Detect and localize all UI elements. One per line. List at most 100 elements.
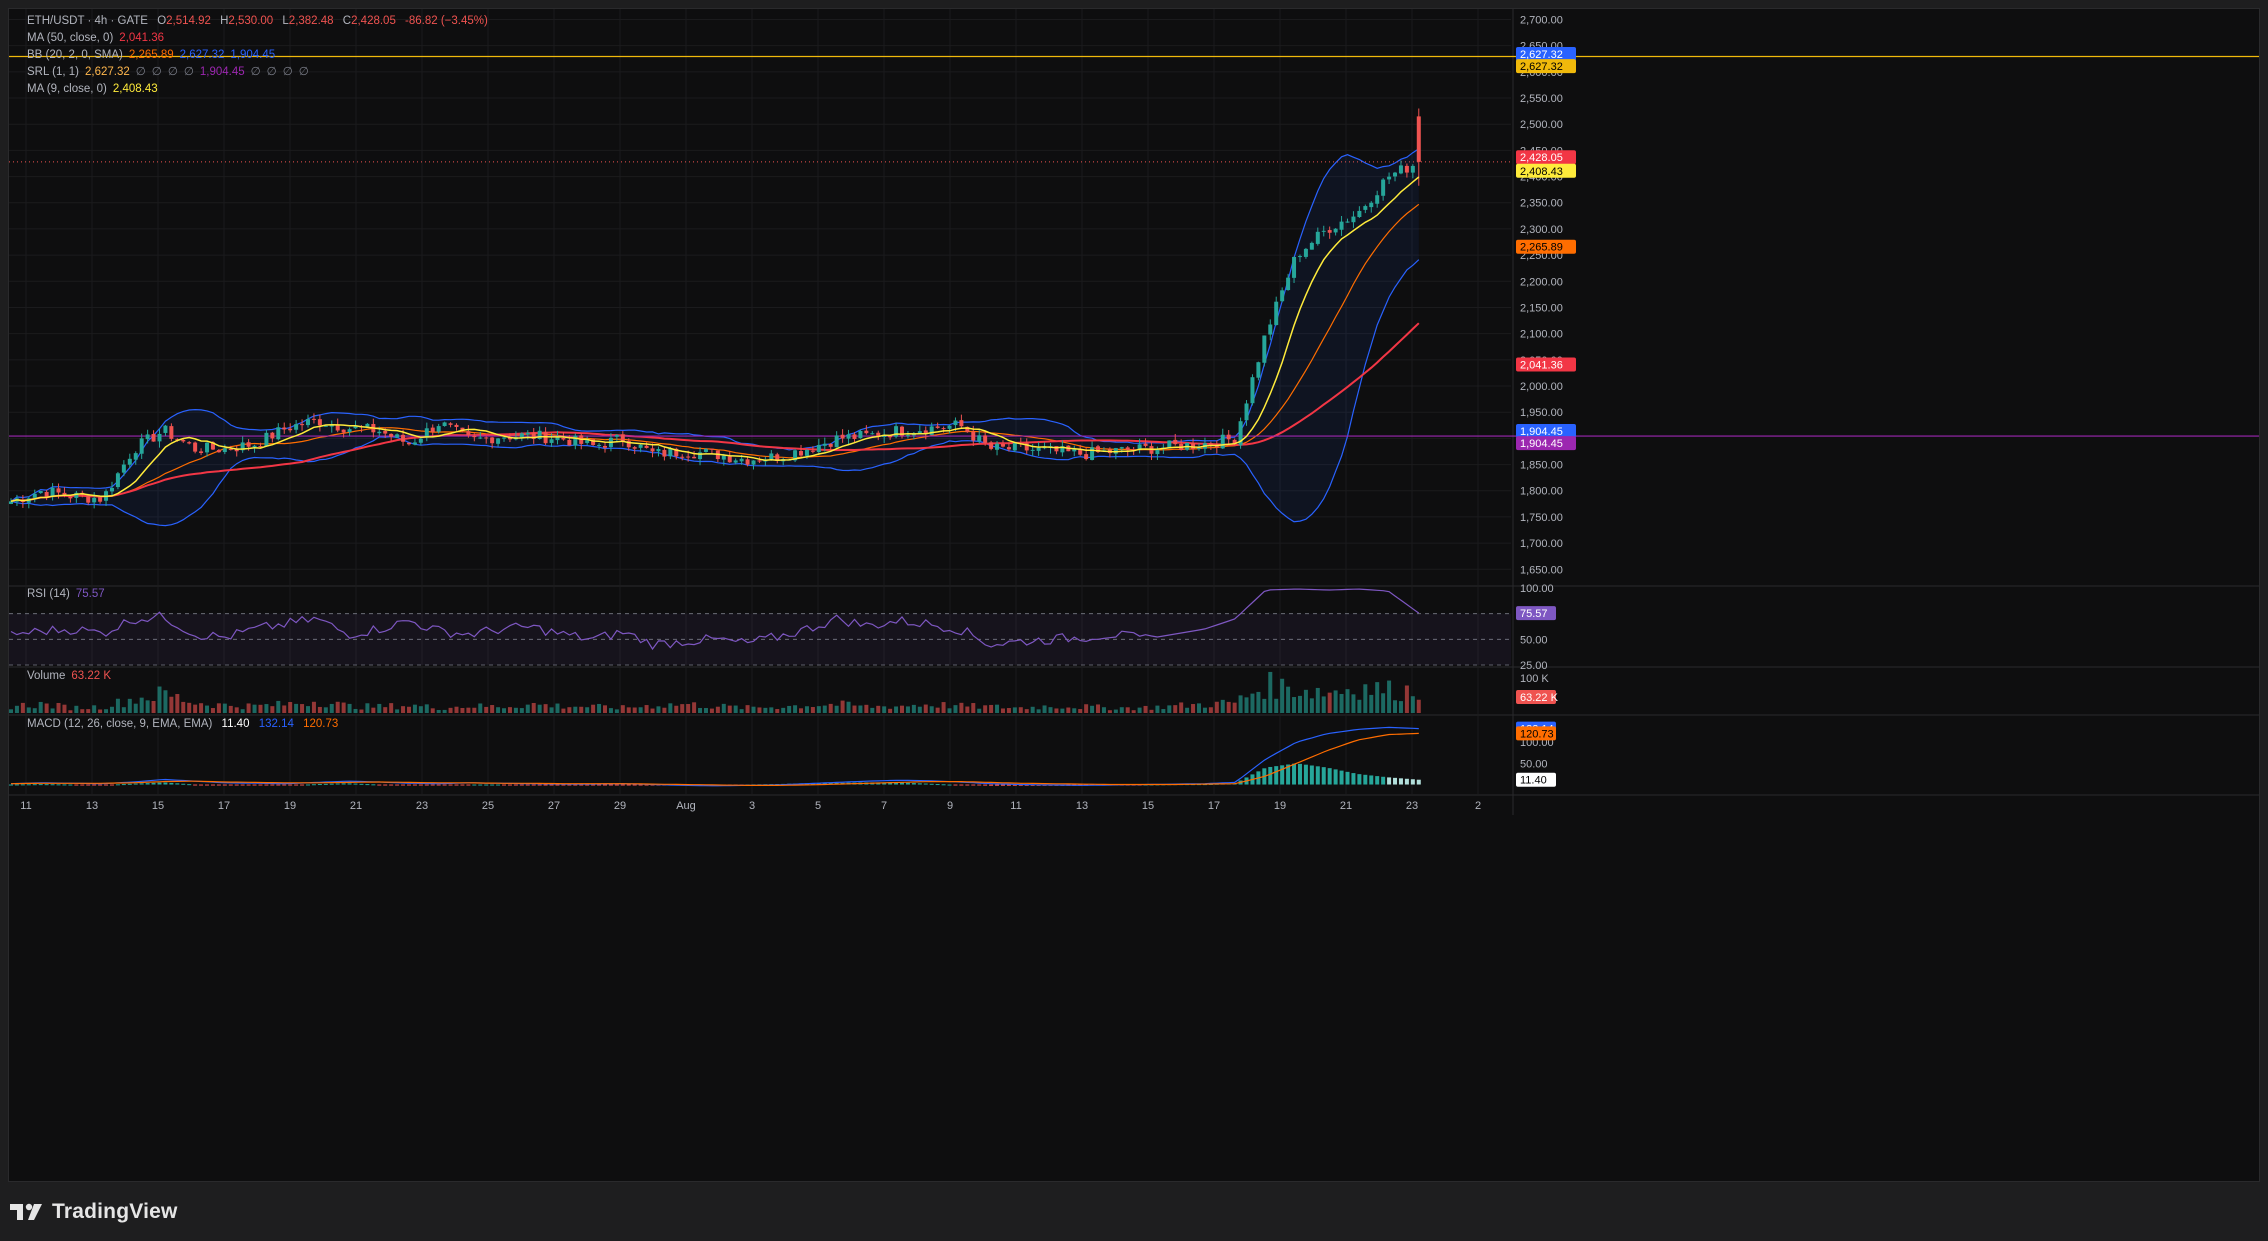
indicator-row[interactable]: MA (9, close, 0) 2,408.43 (27, 81, 315, 98)
macd-histogram-bar (1363, 774, 1368, 785)
indicator-row[interactable]: SRL (1, 1) 2,627.32 ∅ ∅ ∅ ∅ 1,904.45 ∅ ∅ ∅ ∅ (27, 64, 315, 81)
candle-body (187, 442, 192, 444)
volume-bar (1410, 696, 1415, 713)
macd-histogram-bar (311, 784, 316, 786)
volume-bar (1072, 708, 1077, 713)
candle-body (709, 448, 714, 450)
candle-body (193, 442, 198, 452)
volume-bar (703, 708, 708, 713)
volume-bar (900, 705, 904, 713)
macd-histogram-bar (965, 784, 970, 786)
macd-histogram-bar (163, 782, 168, 785)
price-axis-label: 1,650.00 (1520, 564, 1563, 576)
candle-body (139, 438, 144, 454)
price-axis-label: 2,000.00 (1520, 381, 1563, 393)
candle-body (1315, 231, 1320, 244)
macd-histogram-bar (62, 784, 67, 786)
volume-bar (294, 703, 299, 713)
time-axis-label: 25 (482, 800, 494, 812)
volume-bar (448, 707, 453, 713)
price-axis-label: 1,850.00 (1520, 460, 1563, 472)
volume-bar (531, 702, 536, 713)
volume-bar (234, 707, 239, 713)
macd-histogram-bar (911, 783, 916, 785)
candle-body (858, 430, 863, 439)
indicator-row[interactable]: BB (20, 2, 0, SMA) 2,265.89 2,627.32 1,904.… (27, 47, 315, 64)
ohlc-open: O2,514.92 (157, 15, 211, 27)
volume-bar (1404, 685, 1409, 713)
volume-bar (1030, 706, 1035, 713)
chart-canvas[interactable]: 11 13 15 17 19 21 23 25 27 29 Aug 3 5 7 9 11 13 15 17 19 21 2… (9, 9, 2259, 1181)
candle-body (56, 488, 61, 493)
macd-histogram-bar (1274, 766, 1279, 785)
candle-body (294, 424, 299, 430)
volume-bar (1054, 708, 1059, 713)
volume-bar (1137, 707, 1142, 713)
macd-histogram-bar (175, 783, 180, 785)
macd-histogram-bar (127, 783, 132, 785)
volume-bar (662, 707, 667, 713)
macd-histogram-bar (472, 784, 477, 786)
tradingview-logo-icon (10, 1203, 42, 1220)
volume-bar (436, 709, 441, 713)
macd-histogram-bar (496, 784, 501, 786)
volume-bar (460, 708, 465, 713)
volume-bar (151, 700, 156, 713)
volume-bar (1191, 704, 1196, 713)
candle-body (1357, 210, 1362, 218)
candle-body (32, 493, 37, 498)
candle-body (1339, 221, 1344, 230)
macd-histogram-bar (929, 783, 934, 785)
time-axis-label: 23 (416, 800, 428, 812)
macd-histogram-bar (1292, 763, 1297, 785)
volume-bar (1309, 698, 1314, 713)
macd-histogram-bar (169, 782, 174, 785)
volume-bar (959, 702, 964, 713)
volume-bar (282, 705, 287, 713)
candle-body (282, 427, 287, 430)
macd-histogram-bar (1303, 764, 1308, 785)
price-tag: 2,627.32 (1516, 47, 1576, 62)
chart-frame[interactable]: 11 13 15 17 19 21 23 25 27 29 Aug 3 5 7 9 11 13 15 17 19 21 2… (8, 8, 2260, 1182)
candle-body (1173, 439, 1178, 445)
macd-histogram-bar (1416, 779, 1421, 785)
volume-bar (1107, 710, 1112, 713)
candle-body (703, 449, 708, 452)
volume-bar (715, 706, 720, 713)
candle-body (1191, 443, 1196, 449)
candle-body (478, 437, 483, 439)
volume-bar (656, 706, 661, 713)
macd-histogram-bar (418, 784, 423, 786)
macd-signal-value-label: 120.73 (1520, 728, 1554, 740)
volume-bar (787, 705, 792, 713)
time-axis-label: 17 (1208, 800, 1220, 812)
macd-histogram-bar (26, 784, 31, 786)
volume-bar (222, 703, 227, 713)
volume-bar (882, 706, 887, 713)
indicator-value: 1,904.45 (230, 49, 276, 61)
candle-body (341, 429, 346, 433)
volume-bar (1369, 694, 1374, 713)
macd-histogram-bar (252, 784, 257, 786)
macd-histogram-bar (205, 784, 210, 786)
candle-body (1006, 447, 1011, 450)
candle-body (157, 433, 162, 442)
candle-body (804, 449, 809, 456)
volume-bar (264, 704, 269, 713)
indicator-value: ∅ (266, 66, 277, 78)
candle-body (496, 438, 501, 444)
volume-bar (121, 707, 126, 713)
candle-body (436, 426, 441, 432)
price-tag: 2,428.05 (1516, 150, 1576, 165)
bollinger-fill (11, 148, 1419, 526)
macd-histogram-bar (1369, 775, 1374, 785)
candle-body (276, 427, 281, 440)
volume-bar (603, 705, 607, 713)
macd-histogram-bar (187, 784, 192, 786)
volume-bar (365, 703, 370, 713)
macd-histogram-bar (525, 784, 530, 786)
volume-bar (1208, 707, 1213, 713)
indicator-row[interactable]: MA (50, close, 0) 2,041.36 (27, 30, 315, 47)
candle-body (852, 434, 857, 439)
volume-bar (1000, 708, 1005, 713)
